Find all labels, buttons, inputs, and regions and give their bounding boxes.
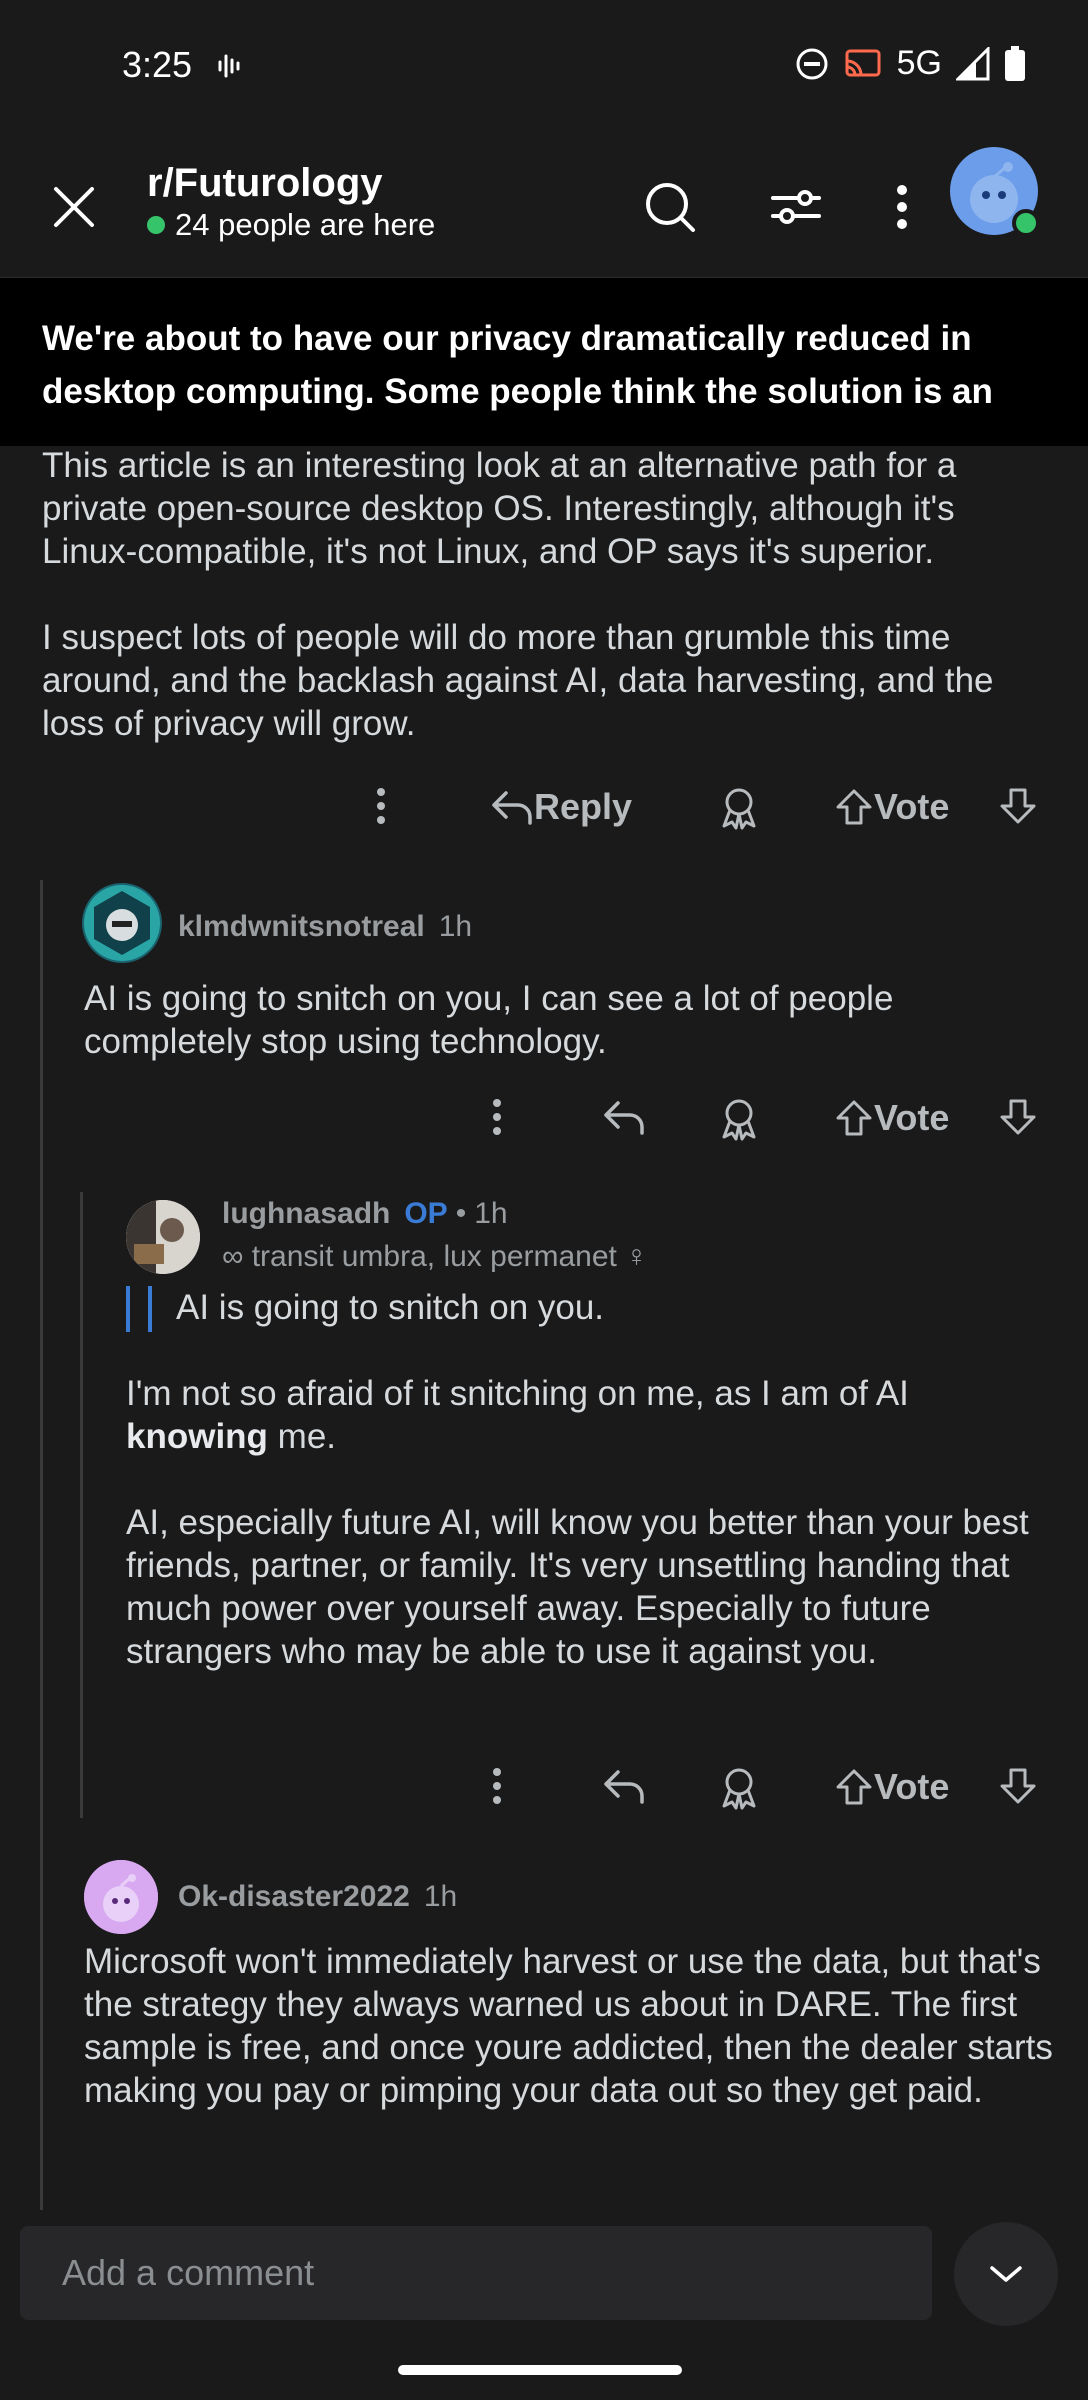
more-actions-button[interactable] xyxy=(374,786,388,826)
post-paragraph: I suspect lots of people will do more th… xyxy=(42,618,994,743)
user-flair: ∞ transit umbra, lux permanet ♀ xyxy=(222,1240,648,1273)
downvote-icon xyxy=(1000,1099,1036,1135)
top-app-bar: r/Futurology 24 people are here xyxy=(0,135,1088,278)
comment-meta: klmdwnitsnotreal 1h xyxy=(178,910,472,944)
avatar-image-icon xyxy=(84,885,160,961)
search-icon xyxy=(646,183,695,232)
post-title: We're about to have our privacy dramatic… xyxy=(42,319,993,411)
paragraph-text: I'm not so afraid of it snitching on me,… xyxy=(126,1374,909,1413)
op-badge: OP xyxy=(404,1197,448,1230)
reply-button[interactable]: Reply xyxy=(490,786,632,828)
username[interactable]: klmdwnitsnotreal xyxy=(178,910,425,944)
comment-meta: lughnasadh OP • 1h xyxy=(222,1197,508,1231)
snoo-avatar-icon xyxy=(84,1860,158,1934)
downvote-icon xyxy=(1000,788,1036,824)
thread-line xyxy=(40,880,43,2210)
comment-text: AI is going to snitch on you, I can see … xyxy=(84,979,894,1061)
search-button[interactable] xyxy=(638,175,702,239)
next-comment-button[interactable] xyxy=(954,2222,1058,2326)
upvote-icon xyxy=(836,1769,872,1805)
audio-wave-icon xyxy=(218,54,240,78)
award-icon xyxy=(722,1099,756,1141)
status-bar: 3:25 5G xyxy=(0,0,1088,135)
more-icon xyxy=(377,788,385,824)
composer-placeholder: Add a comment xyxy=(62,2252,315,2293)
paragraph-text: me. xyxy=(277,1417,337,1456)
reply-button[interactable] xyxy=(602,1766,646,1806)
status-time: 3:25 xyxy=(122,44,193,85)
battery-icon xyxy=(1005,45,1025,81)
sort-filter-button[interactable] xyxy=(764,175,828,239)
avatar-image-icon xyxy=(126,1200,200,1274)
filter-icon xyxy=(771,190,821,224)
more-actions-button[interactable] xyxy=(490,1766,504,1806)
comment-paragraph: I'm not so afraid of it snitching on me,… xyxy=(126,1372,1046,1458)
award-icon xyxy=(722,1768,756,1810)
more-icon xyxy=(493,1768,501,1804)
downvote-button[interactable] xyxy=(998,1766,1038,1806)
online-status-dot xyxy=(1012,209,1040,237)
upvote-icon xyxy=(836,1100,872,1136)
vote-label: Vote xyxy=(874,1097,950,1138)
downvote-button[interactable] xyxy=(998,786,1038,826)
comment-meta: Ok-disaster2022 1h xyxy=(178,1880,457,1914)
comment-time: 1h xyxy=(438,910,473,943)
subreddit-name[interactable]: r/Futurology xyxy=(147,161,383,206)
network-label: 5G xyxy=(896,44,942,82)
user-avatar[interactable] xyxy=(82,883,162,963)
close-icon xyxy=(54,187,94,227)
upvote-button[interactable]: Vote xyxy=(834,1097,949,1139)
close-button[interactable] xyxy=(44,177,104,237)
post-paragraph: This article is an interesting look at a… xyxy=(42,446,957,571)
bold-text: knowing xyxy=(126,1417,268,1456)
quoted-text: AI is going to snitch on you. xyxy=(176,1288,605,1327)
quote-block: AI is going to snitch on you. xyxy=(126,1286,1046,1332)
online-dot-icon xyxy=(147,216,165,234)
upvote-button[interactable]: Vote xyxy=(834,1766,949,1808)
signal-icon xyxy=(956,46,990,80)
thread-line xyxy=(80,1192,83,1818)
upvote-button[interactable]: Vote xyxy=(834,786,949,828)
gesture-home-bar[interactable] xyxy=(398,2365,682,2375)
comment-composer[interactable]: Add a comment xyxy=(20,2226,932,2320)
vote-label: Vote xyxy=(874,1766,950,1807)
reply-button[interactable] xyxy=(602,1097,646,1137)
reply-icon xyxy=(492,791,532,825)
comment-time: 1h xyxy=(474,1197,508,1230)
reply-icon xyxy=(604,1101,644,1135)
more-options-button[interactable] xyxy=(870,175,934,239)
username[interactable]: lughnasadh xyxy=(222,1197,390,1231)
username[interactable]: Ok-disaster2022 xyxy=(178,1880,410,1914)
comment-paragraph: AI, especially future AI, will know you … xyxy=(126,1503,1029,1671)
reply-icon xyxy=(604,1770,644,1804)
meta-separator: • xyxy=(455,1197,467,1230)
more-icon xyxy=(897,185,907,229)
comment-time: 1h xyxy=(423,1880,458,1913)
upvote-icon xyxy=(836,789,872,825)
chevron-down-icon xyxy=(990,2266,1022,2282)
vote-label: Vote xyxy=(874,786,950,827)
user-avatar[interactable] xyxy=(84,1860,158,1934)
award-button[interactable] xyxy=(718,1766,760,1810)
downvote-button[interactable] xyxy=(998,1097,1038,1137)
reply-label: Reply xyxy=(534,786,633,827)
online-count: 24 people are here xyxy=(147,207,435,243)
more-icon xyxy=(493,1099,501,1135)
user-avatar[interactable] xyxy=(950,147,1040,237)
post-title-banner[interactable]: We're about to have our privacy dramatic… xyxy=(0,278,1088,446)
comment-text: Microsoft won't immediately harvest or u… xyxy=(84,1942,1053,2110)
status-icons: 5G xyxy=(795,44,1026,83)
comment-body: AI is going to snitch on you. I'm not so… xyxy=(126,1286,1046,1673)
post-body: This article is an interesting look at a… xyxy=(42,444,1052,788)
online-text: 24 people are here xyxy=(175,207,436,242)
user-avatar[interactable] xyxy=(126,1200,200,1274)
award-icon xyxy=(722,788,756,830)
more-actions-button[interactable] xyxy=(490,1097,504,1137)
cast-icon xyxy=(845,49,881,76)
downvote-icon xyxy=(1000,1768,1036,1804)
dnd-icon xyxy=(796,48,828,79)
award-button[interactable] xyxy=(718,1097,760,1141)
award-button[interactable] xyxy=(718,786,760,830)
